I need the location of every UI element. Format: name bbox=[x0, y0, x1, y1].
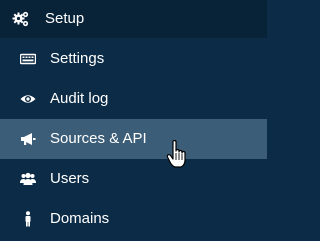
gears-icon bbox=[12, 10, 30, 28]
menu-item-users[interactable]: Users bbox=[0, 159, 267, 199]
menu-item-audit-log[interactable]: Audit log bbox=[0, 79, 267, 119]
menu-item-label: Audit log bbox=[50, 90, 109, 107]
hand-pointer-cursor-icon bbox=[166, 139, 188, 170]
users-icon bbox=[20, 171, 36, 187]
person-icon bbox=[20, 211, 36, 227]
setup-label: Setup bbox=[45, 10, 85, 27]
menu-item-label: Sources & API bbox=[50, 130, 147, 147]
eye-icon bbox=[20, 91, 36, 107]
sidebar-menu: Setup Settings Audit log Sources & API U… bbox=[0, 0, 267, 241]
menu-item-label: Settings bbox=[50, 50, 105, 67]
menu-item-domains[interactable]: Domains bbox=[0, 199, 267, 239]
keyboard-icon bbox=[19, 51, 37, 67]
menu-item-settings[interactable]: Settings bbox=[0, 39, 267, 79]
menu-item-label: Users bbox=[50, 170, 90, 187]
megaphone-icon bbox=[20, 131, 36, 147]
menu-item-label: Domains bbox=[50, 210, 110, 227]
menu-item-sources-api[interactable]: Sources & API bbox=[0, 119, 267, 159]
setup-header[interactable]: Setup bbox=[0, 0, 267, 38]
